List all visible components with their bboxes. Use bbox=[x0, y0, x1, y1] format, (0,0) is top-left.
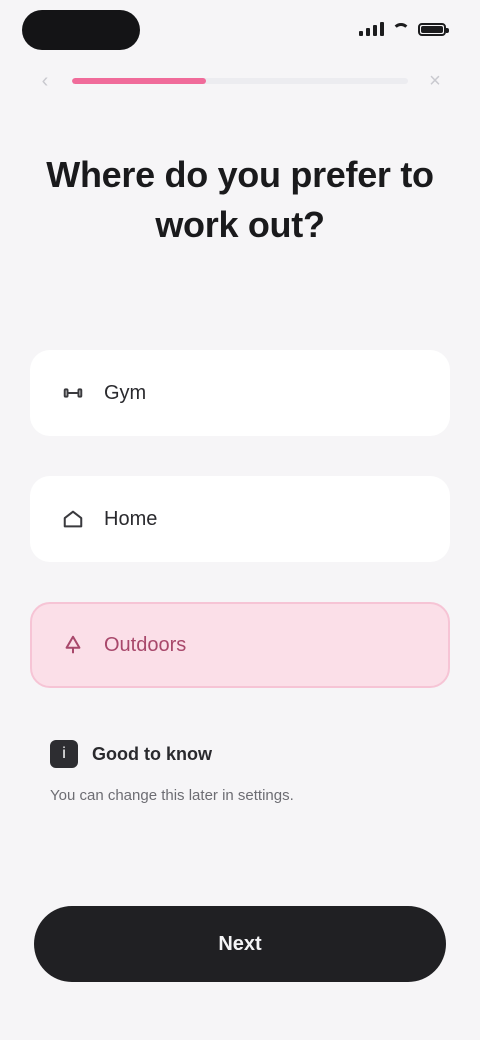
option-home[interactable]: Home bbox=[30, 476, 450, 562]
info-body: You can change this later in settings. bbox=[50, 787, 294, 804]
page-title: Where do you prefer to work out? bbox=[46, 154, 434, 245]
battery-icon bbox=[418, 22, 449, 36]
progress-bar-fill bbox=[72, 78, 207, 84]
info-title: Good to know bbox=[92, 743, 212, 764]
signal-icon bbox=[359, 22, 384, 36]
info-icon: i bbox=[50, 740, 78, 768]
option-outdoors[interactable]: Outdoors bbox=[30, 602, 450, 688]
option-label: Home bbox=[104, 507, 158, 530]
onboarding-screen: ‹ × Where do you prefer to work out? Gym… bbox=[0, 0, 480, 1040]
info-title-row: i Good to know bbox=[50, 740, 430, 768]
close-icon[interactable]: × bbox=[422, 68, 448, 94]
home-icon bbox=[60, 506, 86, 532]
progress-bar bbox=[72, 78, 408, 84]
status-bar bbox=[0, 0, 480, 64]
progress-header: ‹ × bbox=[32, 66, 448, 96]
status-icons bbox=[359, 22, 449, 36]
option-gym[interactable]: Gym bbox=[30, 350, 450, 436]
next-button[interactable]: Next bbox=[34, 906, 446, 982]
dynamic-island bbox=[22, 10, 140, 50]
option-list: Gym Home Outdoors bbox=[30, 350, 450, 688]
info-note: i Good to know You can change this later… bbox=[50, 740, 430, 806]
dumbbell-icon bbox=[60, 380, 86, 406]
option-label: Outdoors bbox=[104, 633, 187, 656]
tree-icon bbox=[60, 632, 86, 658]
option-label: Gym bbox=[104, 381, 147, 404]
chevron-left-icon[interactable]: ‹ bbox=[32, 68, 58, 94]
wifi-icon bbox=[392, 23, 410, 35]
